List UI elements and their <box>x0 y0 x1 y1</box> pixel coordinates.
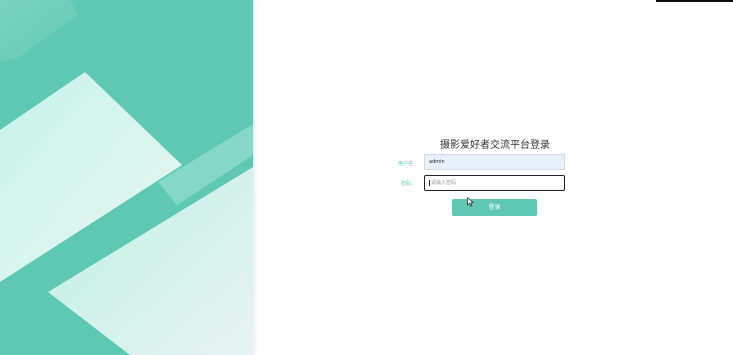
geometric-background-art <box>0 0 253 355</box>
username-field[interactable]: admin <box>424 154 565 170</box>
top-edge-bar <box>656 0 733 2</box>
password-label: 密码： <box>401 181 417 187</box>
decorative-background-panel <box>0 0 253 355</box>
password-placeholder: 请输入密码 <box>431 180 457 186</box>
mouse-pointer-icon <box>467 197 474 207</box>
username-label: 用户名 <box>398 161 414 167</box>
text-caret <box>429 179 430 186</box>
password-field[interactable]: 请输入密码 <box>424 175 565 191</box>
username-value: admin <box>429 159 445 165</box>
login-title: 摄影爱好者交流平台登录 <box>440 140 550 151</box>
login-button[interactable]: 登录 <box>452 199 537 216</box>
